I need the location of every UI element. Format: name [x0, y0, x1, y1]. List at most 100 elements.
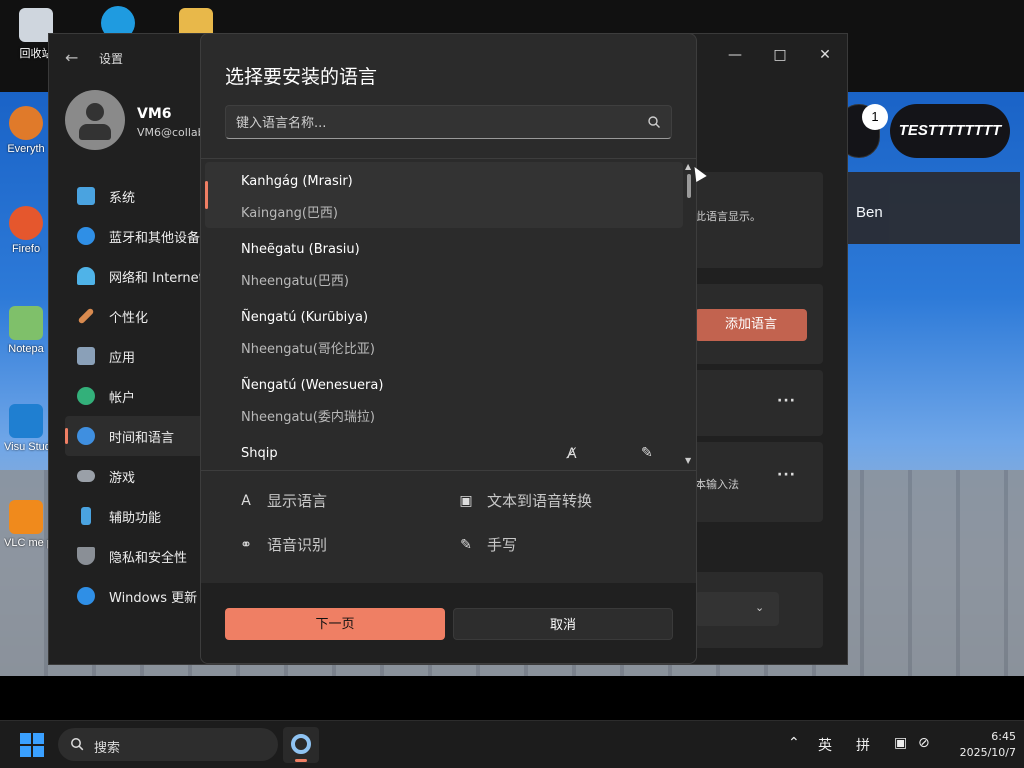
close-button[interactable]: ✕ [805, 40, 845, 70]
taskbar-app-settings[interactable] [283, 727, 319, 763]
windows-logo-icon [20, 746, 31, 757]
sidebar-item-network[interactable]: 网络和 Internet [65, 256, 205, 296]
language-name: Nheẽgatu (Brasiu) [241, 242, 360, 257]
list-item[interactable]: Kanhgág (Mrasir) Kaingang(巴西) [205, 162, 683, 228]
language-name: Shqip [241, 446, 278, 461]
microphone-icon: ⚭ [240, 536, 252, 553]
divider [201, 470, 696, 471]
add-language-button[interactable]: 添加语言 [695, 309, 807, 341]
text-to-speech-icon: ▣ [459, 492, 473, 509]
list-item[interactable]: Ñengatú (Kurũbiya) Nheengatu(哥伦比亚) [205, 298, 683, 364]
clock-date: 2025/10/7 [959, 746, 1016, 759]
dialog-footer: 下一页 取消 [201, 583, 696, 663]
desktop-icon-notepad[interactable]: Notepa [4, 306, 48, 355]
scroll-down-arrow[interactable]: ▼ [685, 456, 691, 465]
minimize-button[interactable]: — [715, 40, 755, 70]
desktop-icon-vlc[interactable]: VLC me playe [4, 500, 48, 549]
network-icon[interactable]: ▣ [894, 735, 907, 751]
list-item[interactable]: Nheẽgatu (Brasiu) Nheengatu(巴西) [205, 230, 683, 296]
username-button[interactable]: TESTTTTTTTT [890, 104, 1010, 158]
search-input[interactable] [236, 113, 636, 133]
next-button[interactable]: 下一页 [225, 608, 445, 640]
language-card: 本输入法 [689, 442, 823, 522]
chevron-up-icon[interactable]: ⌃ [788, 735, 800, 751]
scrollbar-thumb[interactable] [687, 174, 691, 198]
clock[interactable]: 6:45 2025/10/7 [944, 729, 1016, 761]
more-options-button[interactable]: ··· [777, 467, 796, 483]
ime-language-indicator[interactable]: 英 [818, 735, 832, 755]
card-text: 此语言显示。 [695, 210, 761, 223]
sidebar-item-label: 应用 [109, 350, 136, 366]
sidebar-item-apps[interactable]: 应用 [65, 336, 205, 376]
sidebar-item-label: 时间和语言 [109, 430, 175, 446]
search-icon[interactable] [647, 115, 661, 129]
language-name: Ñengatú (Kurũbiya) [241, 310, 369, 325]
monitor-icon [77, 187, 95, 205]
chevron-down-icon: ⌄ [755, 601, 765, 614]
avatar[interactable] [65, 90, 125, 150]
sidebar-item-time-language[interactable]: 时间和语言 [65, 416, 205, 456]
dialog-title: 选择要安装的语言 [225, 66, 378, 88]
language-search-field[interactable] [225, 105, 672, 139]
language-subtitle: Nheengatu(巴西) [241, 274, 349, 289]
dropdown[interactable]: ⌄ [695, 592, 779, 626]
list-item[interactable]: Shqip A̸ ✎ [205, 434, 683, 470]
handwriting-icon: ✎ [460, 536, 472, 553]
feature-text-to-speech: ▣ 文本到语音转换 [457, 490, 592, 511]
back-arrow-icon[interactable]: ← [65, 48, 78, 67]
player-name: Ben [856, 204, 883, 221]
feature-label: 语音识别 [267, 536, 328, 554]
player-panel: Ben [848, 172, 1020, 244]
desktop-icon-everything[interactable]: Everyth [4, 106, 48, 155]
display-language-icon: A̸ [567, 446, 577, 462]
list-item[interactable]: Ñengatú (Wenesuera) Nheengatu(委内瑞拉) [205, 366, 683, 432]
sidebar-item-system[interactable]: 系统 [65, 176, 205, 216]
desktop-icon-vscode[interactable]: Visu Studio [4, 404, 48, 453]
active-app-indicator [295, 759, 307, 762]
install-language-dialog: 选择要安装的语言 Kanhgág (Mrasir) Kaingang(巴西) N… [200, 33, 697, 664]
ime-mode-indicator[interactable]: 拼 [856, 735, 870, 755]
feature-label: 显示语言 [267, 492, 328, 510]
taskbar: 搜索 ⌃ 英 拼 ▣ ⊘ 6:45 2025/10/7 [0, 720, 1024, 768]
gear-icon [291, 734, 311, 754]
settings-card: 此语言显示。 [689, 172, 823, 268]
shield-icon [77, 547, 95, 565]
sidebar-item-privacy[interactable]: 隐私和安全性 [65, 536, 205, 576]
maximize-button[interactable]: □ [760, 40, 800, 70]
more-options-button[interactable]: ··· [777, 393, 796, 409]
avatar-head-shape [86, 103, 104, 121]
cancel-button[interactable]: 取消 [453, 608, 673, 640]
sidebar-item-bluetooth[interactable]: 蓝牙和其他设备 [65, 216, 205, 256]
sidebar-item-personalization[interactable]: 个性化 [65, 296, 205, 336]
sidebar-item-accounts[interactable]: 帐户 [65, 376, 205, 416]
desktop-icon-firefox[interactable]: Firefo [4, 206, 48, 255]
sidebar-item-label: 个性化 [109, 310, 149, 326]
windows-logo-icon [20, 733, 31, 744]
feature-display-language: A 显示语言 [237, 490, 327, 511]
update-icon [77, 587, 95, 605]
notification-badge: 1 [862, 104, 888, 130]
volume-muted-icon[interactable]: ⊘ [918, 735, 930, 751]
language-name: Ñengatú (Wenesuera) [241, 378, 384, 393]
sidebar-item-label: 系统 [109, 190, 136, 206]
sidebar-item-accessibility[interactable]: 辅助功能 [65, 496, 205, 536]
sidebar-item-gaming[interactable]: 游戏 [65, 456, 205, 496]
feature-speech-recognition: ⚭ 语音识别 [237, 534, 327, 555]
accessibility-icon [81, 507, 91, 525]
apps-icon [77, 347, 95, 365]
sidebar-item-label: 网络和 Internet [109, 270, 204, 286]
sidebar-item-windows-update[interactable]: Windows 更新 [65, 576, 205, 616]
globe-clock-icon [77, 427, 95, 445]
feature-label: 文本到语音转换 [487, 492, 593, 510]
sidebar-item-label: 游戏 [109, 470, 136, 486]
language-subtitle: Nheengatu(委内瑞拉) [241, 410, 375, 425]
language-subtitle: Nheengatu(哥伦比亚) [241, 342, 375, 357]
sidebar-item-label: 隐私和安全性 [109, 550, 188, 566]
gamepad-icon [77, 470, 95, 482]
start-button[interactable] [20, 733, 44, 757]
handwriting-icon: ✎ [641, 445, 653, 461]
clock-time: 6:45 [991, 730, 1016, 743]
windows-logo-icon [33, 746, 44, 757]
taskbar-search[interactable]: 搜索 [58, 728, 278, 761]
feature-label: 手写 [487, 536, 518, 554]
